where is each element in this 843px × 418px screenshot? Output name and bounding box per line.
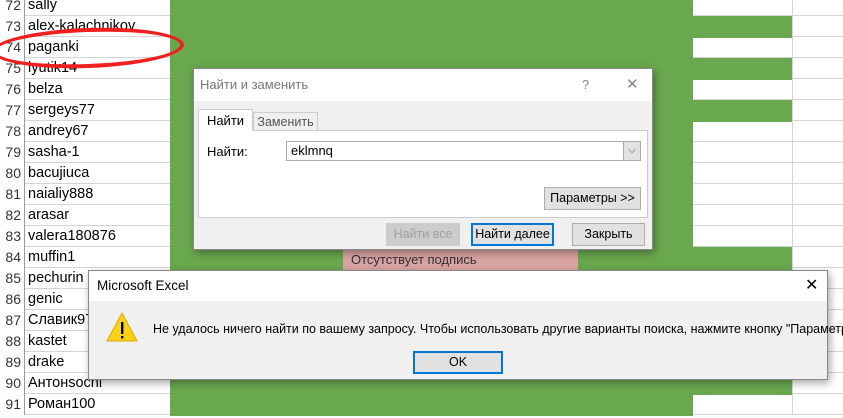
cell-c[interactable] [693, 58, 793, 80]
row-header[interactable]: 77 [0, 100, 25, 121]
find-input[interactable]: eklmnq ⌵ [286, 141, 641, 161]
cell-username[interactable]: sally [26, 0, 170, 16]
cell-c[interactable] [693, 79, 793, 100]
row-header[interactable]: 85 [0, 268, 25, 289]
find-all-button[interactable]: Найти все [386, 223, 460, 246]
row-header[interactable]: 81 [0, 184, 25, 205]
cell-username[interactable]: valera180876 [26, 226, 170, 247]
close-button[interactable]: Закрыть [572, 223, 645, 246]
cell-c[interactable] [693, 37, 793, 58]
cell-username[interactable]: andrey67 [26, 121, 170, 142]
parameters-button[interactable]: Параметры >> [544, 187, 641, 210]
row-header[interactable]: 72 [0, 0, 25, 16]
cell-c[interactable] [693, 394, 793, 415]
row-header[interactable]: 79 [0, 142, 25, 163]
cell-username[interactable]: naialiy888 [26, 184, 170, 205]
cell-username[interactable]: sergeys77 [26, 100, 170, 121]
cell-c[interactable] [693, 142, 793, 163]
table-row: 72 sally [0, 0, 843, 17]
find-tab-panel: Найти: eklmnq ⌵ Параметры >> [198, 130, 648, 218]
row-header[interactable]: 86 [0, 289, 25, 310]
message-title: Microsoft Excel [97, 278, 189, 293]
ok-button[interactable]: OK [413, 351, 503, 374]
row-header[interactable]: 89 [0, 352, 25, 373]
row-header[interactable]: 78 [0, 121, 25, 142]
cell-green[interactable] [170, 37, 693, 59]
find-input-value: eklmnq [291, 143, 333, 158]
row-header[interactable]: 80 [0, 163, 25, 184]
cell-username[interactable]: belza [26, 79, 170, 100]
tab-find-label: Найти [206, 113, 245, 128]
dialog-title-bar: Найти и заменить ? ✕ [194, 69, 652, 101]
excel-message-box: Microsoft Excel ✕ Не удалось ничего найт… [88, 270, 843, 380]
cell-c[interactable] [693, 100, 793, 122]
row-header[interactable]: 90 [0, 373, 25, 394]
dialog-title: Найти и заменить [200, 77, 309, 92]
cell-c[interactable] [693, 226, 793, 247]
warning-icon [106, 311, 138, 342]
tab-find[interactable]: Найти [198, 109, 253, 131]
row-header[interactable]: 87 [0, 310, 25, 331]
cell-c[interactable] [693, 247, 793, 269]
cell-username[interactable]: muffin1 [26, 247, 170, 268]
cell-username[interactable]: arasar [26, 205, 170, 226]
tab-replace-label: Заменить [257, 115, 314, 129]
cell-c[interactable] [693, 205, 793, 226]
message-title-bar: Microsoft Excel ✕ [89, 271, 827, 301]
cell-missing-signature[interactable]: Отсутствует подпись [343, 250, 578, 270]
message-text: Не удалось ничего найти по вашему запрос… [153, 322, 843, 336]
cell-c[interactable] [693, 0, 793, 16]
row-header[interactable]: 82 [0, 205, 25, 226]
row-header[interactable]: 76 [0, 79, 25, 100]
cell-username[interactable]: bacujiuca [26, 163, 170, 184]
cell-c[interactable] [693, 163, 793, 184]
cell-username[interactable]: sasha-1 [26, 142, 170, 163]
cell-c[interactable] [693, 16, 793, 38]
row-header[interactable]: 91 [0, 394, 25, 415]
cell-green[interactable] [170, 394, 693, 416]
close-icon[interactable]: ✕ [805, 271, 818, 301]
cell-c[interactable] [693, 184, 793, 205]
row-header[interactable]: 73 [0, 16, 25, 37]
table-row: 91 Роман100 [0, 394, 843, 416]
find-label: Найти: [207, 144, 248, 159]
cell-green[interactable] [170, 0, 693, 17]
find-next-button[interactable]: Найти далее [471, 223, 554, 246]
cell-green[interactable] [170, 16, 693, 38]
close-icon[interactable]: ✕ [626, 69, 639, 101]
cell-c[interactable] [693, 121, 793, 142]
chevron-down-icon[interactable]: ⌵ [623, 142, 640, 160]
row-header[interactable]: 84 [0, 247, 25, 268]
tab-replace[interactable]: Заменить [253, 112, 318, 131]
row-header[interactable]: 83 [0, 226, 25, 247]
find-replace-dialog: Найти и заменить ? ✕ Найти Заменить Найт… [193, 68, 653, 250]
help-button[interactable]: ? [582, 69, 589, 101]
row-header[interactable]: 88 [0, 331, 25, 352]
cell-username[interactable]: Роман100 [26, 394, 170, 415]
